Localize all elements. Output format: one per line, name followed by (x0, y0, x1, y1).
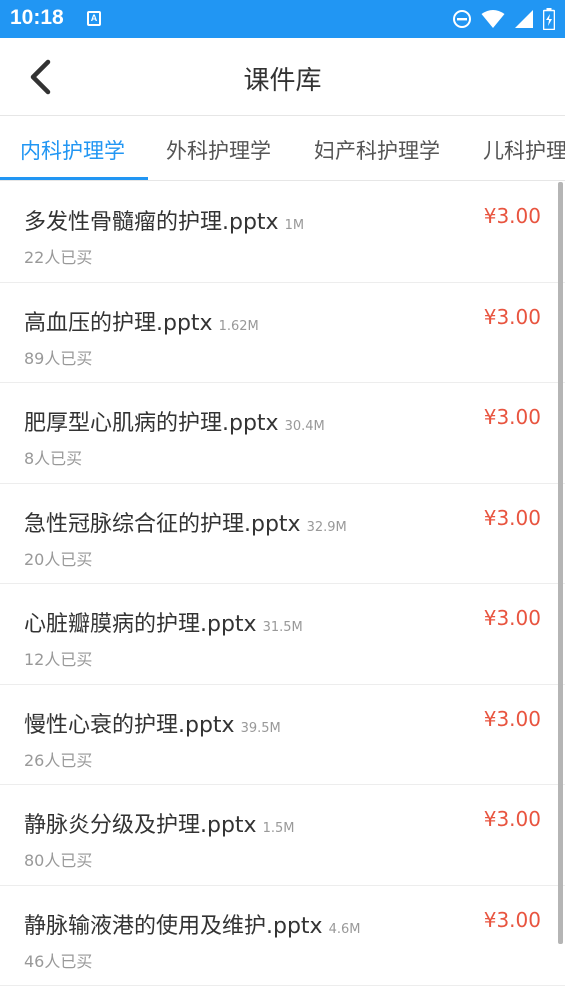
courseware-title: 肥厚型心肌病的护理.pptx 30.4M (24, 405, 325, 437)
courseware-price: ¥3.00 (483, 706, 541, 731)
courseware-file-size: 30.4M (284, 419, 325, 434)
list-scrollbar[interactable] (558, 182, 563, 944)
courseware-file-size: 39.5M (240, 720, 281, 736)
courseware-price: ¥3.00 (483, 204, 541, 228)
courseware-price: ¥3.00 (483, 606, 541, 630)
courseware-price: ¥3.00 (483, 505, 541, 530)
courseware-title: 慢性心衰的护理.pptx 39.5M (24, 707, 281, 739)
courseware-buyer-count: 89人已买 (24, 348, 93, 368)
courseware-name: 高血压的护理.pptx (24, 310, 213, 336)
courseware-title: 心脏瓣膜病的护理.pptx 31.5M (24, 606, 303, 638)
active-tab-indicator (0, 177, 148, 180)
tab-pediatric-nursing[interactable]: 儿科护理学 (483, 135, 565, 165)
courseware-file-size: 1.62M (218, 318, 259, 334)
dnd-icon (453, 10, 471, 28)
courseware-file-size: 1.5M (262, 821, 295, 836)
page-title: 课件库 (243, 66, 322, 96)
category-tab-bar: 内科护理学 外科护理学 妇产科护理学 儿科护理学 (0, 117, 565, 181)
courseware-name: 多发性骨髓瘤的护理.pptx (24, 210, 279, 235)
courseware-name: 急性冠脉综合征的护理.pptx (24, 511, 301, 537)
courseware-name: 静脉输液港的使用及维护.pptx (24, 913, 323, 939)
status-icons (452, 8, 555, 30)
courseware-buyer-count: 20人已买 (24, 549, 93, 569)
signal-icon (515, 10, 533, 28)
courseware-buyer-count: 46人已买 (24, 951, 93, 971)
courseware-title: 多发性骨髓瘤的护理.pptx 1M (24, 204, 304, 236)
courseware-title: 急性冠脉综合征的护理.pptx 32.9M (24, 506, 347, 538)
courseware-buyer-count: 8人已买 (24, 449, 83, 468)
battery-icon (543, 8, 555, 30)
courseware-buyer-count: 12人已买 (24, 650, 93, 669)
tab-surgical-nursing[interactable]: 外科护理学 (166, 135, 271, 165)
courseware-file-size: 31.5M (262, 620, 303, 635)
tab-obstetric-gynecological-nursing[interactable]: 妇产科护理学 (314, 135, 440, 165)
courseware-buyer-count: 26人已买 (24, 750, 93, 770)
courseware-title: 静脉输液港的使用及维护.pptx 4.6M (24, 908, 360, 940)
courseware-file-size: 1M (284, 218, 305, 233)
courseware-item[interactable]: 肥厚型心肌病的护理.pptx 30.4M 8人已买 ¥3.00 (0, 383, 565, 484)
courseware-name: 慢性心衰的护理.pptx (24, 712, 235, 738)
courseware-list[interactable]: 多发性骨髓瘤的护理.pptx 1M 22人已买 ¥3.00 高血压的护理.pptx… (0, 182, 565, 1004)
courseware-price: ¥3.00 (483, 405, 541, 429)
courseware-item[interactable]: 高血压的护理.pptx 1.62M 89人已买 ¥3.00 (0, 283, 565, 383)
courseware-title: 高血压的护理.pptx 1.62M (24, 305, 259, 337)
courseware-name: 静脉炎分级及护理.pptx (24, 813, 257, 838)
courseware-price: ¥3.00 (483, 304, 541, 329)
courseware-item[interactable]: 心脏瓣膜病的护理.pptx 31.5M 12人已买 ¥3.00 (0, 584, 565, 685)
courseware-item[interactable]: 静脉炎分级及护理.pptx 1.5M 80人已买 ¥3.00 (0, 785, 565, 886)
status-time: 10:18 (10, 6, 64, 29)
courseware-name: 心脏瓣膜病的护理.pptx (24, 612, 257, 637)
courseware-buyer-count: 80人已买 (24, 851, 93, 870)
courseware-file-size: 32.9M (306, 519, 347, 535)
courseware-price: ¥3.00 (483, 907, 541, 932)
courseware-item[interactable]: 急性冠脉综合征的护理.pptx 32.9M 20人已买 ¥3.00 (0, 484, 565, 584)
courseware-buyer-count: 22人已买 (24, 248, 93, 267)
courseware-item[interactable]: 多发性骨髓瘤的护理.pptx 1M 22人已买 ¥3.00 (0, 182, 565, 283)
top-app-bar: 课件库 (0, 38, 565, 116)
status-bar: 10:18 A (0, 0, 565, 38)
courseware-title: 静脉炎分级及护理.pptx 1.5M (24, 807, 294, 839)
notification-app-icon: A (87, 11, 101, 26)
courseware-file-size: 4.6M (328, 921, 361, 937)
tab-internal-medicine-nursing[interactable]: 内科护理学 (20, 135, 125, 165)
courseware-item[interactable]: 慢性心衰的护理.pptx 39.5M 26人已买 ¥3.00 (0, 685, 565, 785)
courseware-item[interactable]: 静脉输液港的使用及维护.pptx 4.6M 46人已买 ¥3.00 (0, 886, 565, 986)
courseware-name: 肥厚型心肌病的护理.pptx (24, 411, 279, 436)
wifi-icon (481, 10, 505, 28)
courseware-price: ¥3.00 (483, 807, 541, 831)
